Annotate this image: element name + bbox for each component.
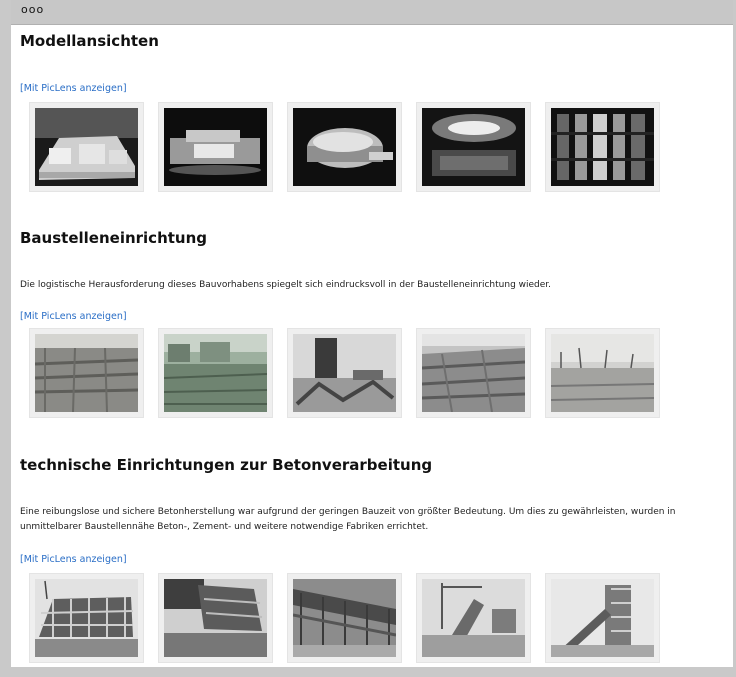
concrete-plant-image — [422, 579, 525, 657]
section-title-baustelleneinrichtung: Baustelleneinrichtung — [20, 229, 208, 247]
concrete-plant-image — [293, 579, 396, 657]
model-interior-image — [422, 108, 525, 186]
construction-site-image — [35, 334, 138, 412]
thumbnail-concrete-2[interactable] — [158, 573, 273, 663]
section-description-betonverarbeitung: Eine reibungslose und sichere Betonherst… — [20, 507, 676, 532]
concrete-plant-image — [164, 579, 267, 657]
construction-site-image — [551, 334, 654, 412]
section-description-baustelleneinrichtung: Die logistische Herausforderung dieses B… — [20, 280, 552, 290]
piclens-link-baustelleneinrichtung[interactable]: [Mit PicLens anzeigen] — [20, 311, 127, 322]
page-content: Modellansichten [Mit PicLens anzeigen] B… — [11, 25, 733, 667]
window-frame-left — [0, 0, 11, 677]
thumbnail-model-5[interactable] — [545, 102, 660, 192]
window-frame-bottom — [0, 667, 736, 677]
thumbnail-construction-2[interactable] — [158, 328, 273, 418]
model-building-image — [293, 108, 396, 186]
section-title-modellansichten: Modellansichten — [20, 32, 159, 50]
thumbnail-model-1[interactable] — [29, 102, 144, 192]
thumbnail-construction-1[interactable] — [29, 328, 144, 418]
thumbnail-model-2[interactable] — [158, 102, 273, 192]
piclens-link-betonverarbeitung[interactable]: [Mit PicLens anzeigen] — [20, 554, 127, 565]
construction-site-image — [293, 334, 396, 412]
construction-site-image — [422, 334, 525, 412]
piclens-link-modellansichten[interactable]: [Mit PicLens anzeigen] — [20, 83, 127, 94]
model-building-image — [35, 108, 138, 186]
thumbnail-model-3[interactable] — [287, 102, 402, 192]
window-controls[interactable]: ooo — [21, 3, 44, 17]
thumbnail-concrete-3[interactable] — [287, 573, 402, 663]
model-facade-image — [551, 108, 654, 186]
model-building-image — [164, 108, 267, 186]
construction-site-image — [164, 334, 267, 412]
thumbnail-construction-5[interactable] — [545, 328, 660, 418]
thumbnail-concrete-5[interactable] — [545, 573, 660, 663]
window-title-bar: ooo — [0, 0, 736, 25]
thumbnail-model-4[interactable] — [416, 102, 531, 192]
thumbnail-concrete-4[interactable] — [416, 573, 531, 663]
thumbnail-construction-3[interactable] — [287, 328, 402, 418]
concrete-plant-image — [551, 579, 654, 657]
thumbnail-concrete-1[interactable] — [29, 573, 144, 663]
thumbnail-construction-4[interactable] — [416, 328, 531, 418]
section-title-betonverarbeitung: technische Einrichtungen zur Betonverarb… — [20, 456, 433, 474]
concrete-plant-image — [35, 579, 138, 657]
